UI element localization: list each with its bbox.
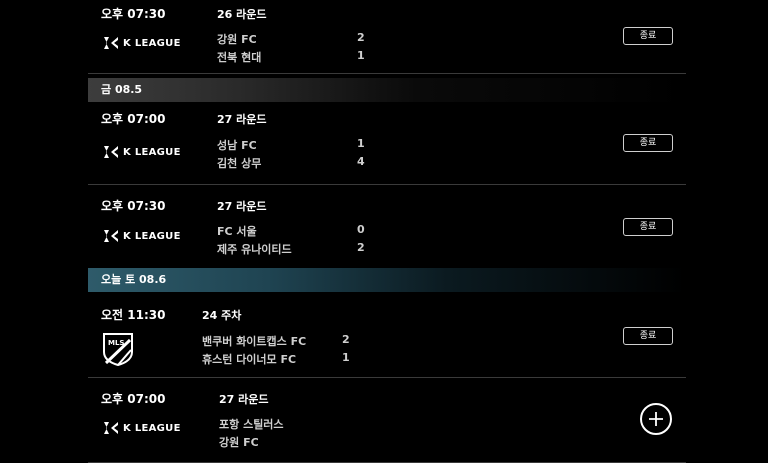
match-round: 26 라운드 — [217, 8, 267, 21]
away-team: 강원 FC — [219, 436, 259, 449]
league-name: K LEAGUE — [123, 37, 181, 49]
home-score: 0 — [357, 223, 365, 236]
mls-logo: MLS — [101, 332, 135, 366]
match-round: 27 라운드 — [217, 200, 267, 213]
match-ended-button[interactable]: 종료 — [623, 218, 673, 236]
away-team: 휴스턴 다이너모 FC — [202, 353, 297, 366]
match-time: 오전 11:30 — [101, 308, 166, 322]
match-round: 27 라운드 — [219, 393, 269, 406]
away-score: 2 — [357, 241, 365, 254]
add-match-button[interactable] — [640, 403, 672, 435]
k-league-mark-icon — [104, 230, 118, 242]
away-score: 1 — [357, 49, 365, 62]
date-header: 금 08.5 — [88, 78, 686, 102]
k-league-logo: K LEAGUE — [102, 419, 181, 437]
match-row[interactable]: 오후 07:30 26 라운드 K LEAGUE 강원 FC 2 전북 현대 1… — [88, 0, 686, 74]
match-time: 오후 07:30 — [101, 199, 166, 213]
match-time: 오후 07:00 — [101, 392, 166, 406]
k-league-logo: K LEAGUE — [102, 227, 181, 245]
match-row[interactable]: 오후 07:00 27 라운드 K LEAGUE 포항 스틸러스 강원 FC — [88, 378, 686, 463]
match-row[interactable]: 오전 11:30 24 주차 MLS 밴쿠버 화이트캡스 FC 2 휴스턴 다이… — [88, 292, 686, 378]
league-name: MLS — [108, 339, 125, 347]
k-league-logo: K LEAGUE — [102, 34, 181, 52]
match-round: 24 주차 — [202, 309, 242, 322]
home-team: 포항 스틸러스 — [219, 418, 284, 431]
k-league-mark-icon — [104, 146, 118, 158]
home-team: 성남 FC — [217, 139, 257, 152]
k-league-mark-icon — [104, 422, 118, 434]
k-league-logo: K LEAGUE — [102, 143, 181, 161]
home-score: 2 — [357, 31, 365, 44]
match-round: 27 라운드 — [217, 113, 267, 126]
match-row[interactable]: 오후 07:00 27 라운드 K LEAGUE 성남 FC 1 김천 상무 4… — [88, 102, 686, 185]
league-name: K LEAGUE — [123, 422, 181, 434]
match-ended-button[interactable]: 종료 — [623, 27, 673, 45]
match-time: 오후 07:30 — [101, 7, 166, 21]
plus-icon — [649, 412, 663, 426]
league-name: K LEAGUE — [123, 146, 181, 158]
home-team: 강원 FC — [217, 33, 257, 46]
match-time: 오후 07:00 — [101, 112, 166, 126]
home-team: 밴쿠버 화이트캡스 FC — [202, 335, 307, 348]
away-score: 1 — [342, 351, 350, 364]
k-league-mark-icon — [104, 37, 118, 49]
away-score: 4 — [357, 155, 365, 168]
away-team: 김천 상무 — [217, 157, 262, 170]
away-team: 제주 유나이티드 — [217, 243, 292, 256]
match-ended-button[interactable]: 종료 — [623, 134, 673, 152]
home-score: 2 — [342, 333, 350, 346]
match-ended-button[interactable]: 종료 — [623, 327, 673, 345]
mls-crest-icon — [103, 333, 133, 366]
away-team: 전북 현대 — [217, 51, 262, 64]
match-row[interactable]: 오후 07:30 27 라운드 K LEAGUE FC 서울 0 제주 유나이티… — [88, 185, 686, 268]
home-team: FC 서울 — [217, 225, 257, 238]
match-list: 오후 07:30 26 라운드 K LEAGUE 강원 FC 2 전북 현대 1… — [88, 0, 686, 463]
home-score: 1 — [357, 137, 365, 150]
league-name: K LEAGUE — [123, 230, 181, 242]
date-header-today: 오늘 토 08.6 — [88, 268, 686, 292]
